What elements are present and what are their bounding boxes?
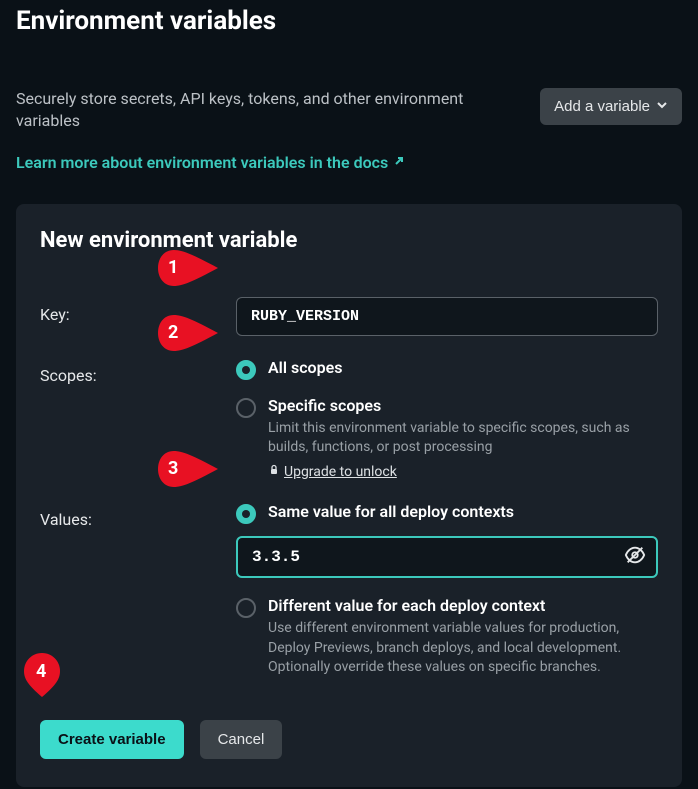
add-variable-label: Add a variable	[554, 98, 650, 115]
scope-specific-description: Limit this environment variable to speci…	[268, 419, 658, 458]
scope-specific-label: Specific scopes	[268, 396, 658, 415]
scope-all-label: All scopes	[268, 358, 342, 377]
create-variable-button[interactable]: Create variable	[40, 720, 184, 759]
values-label: Values:	[40, 502, 236, 529]
docs-link[interactable]: Learn more about environment variables i…	[16, 153, 406, 172]
cancel-button[interactable]: Cancel	[200, 720, 283, 759]
value-different-label: Different value for each deploy context	[268, 596, 658, 615]
new-variable-card: New environment variable Key: Scopes: Al…	[16, 204, 682, 787]
docs-link-text: Learn more about environment variables i…	[16, 153, 388, 172]
key-input[interactable]	[236, 297, 658, 336]
radio-icon	[236, 504, 256, 524]
value-different-description: Use different environment variable value…	[268, 619, 658, 678]
scope-specific-option[interactable]: Specific scopes Limit this environment v…	[236, 396, 658, 480]
value-same-option[interactable]: Same value for all deploy contexts	[236, 502, 658, 524]
radio-icon	[236, 398, 256, 418]
page-description: Securely store secrets, API keys, tokens…	[16, 88, 476, 133]
chevron-down-icon	[656, 98, 668, 115]
upgrade-link-text: Upgrade to unlock	[284, 464, 397, 480]
scope-all-option[interactable]: All scopes	[236, 358, 658, 380]
lock-icon	[268, 464, 280, 480]
value-same-label: Same value for all deploy contexts	[268, 502, 658, 521]
value-input[interactable]	[236, 536, 658, 578]
external-link-icon	[392, 153, 406, 172]
radio-icon	[236, 598, 256, 618]
upgrade-link[interactable]: Upgrade to unlock	[268, 464, 397, 480]
page-title: Environment variables	[16, 6, 682, 36]
card-title: New environment variable	[40, 228, 658, 253]
scopes-label: Scopes:	[40, 358, 236, 385]
key-label: Key:	[40, 297, 236, 324]
value-different-option[interactable]: Different value for each deploy context …	[236, 596, 658, 678]
visibility-toggle-icon[interactable]	[624, 544, 646, 570]
radio-icon	[236, 360, 256, 380]
add-variable-button[interactable]: Add a variable	[540, 88, 682, 125]
